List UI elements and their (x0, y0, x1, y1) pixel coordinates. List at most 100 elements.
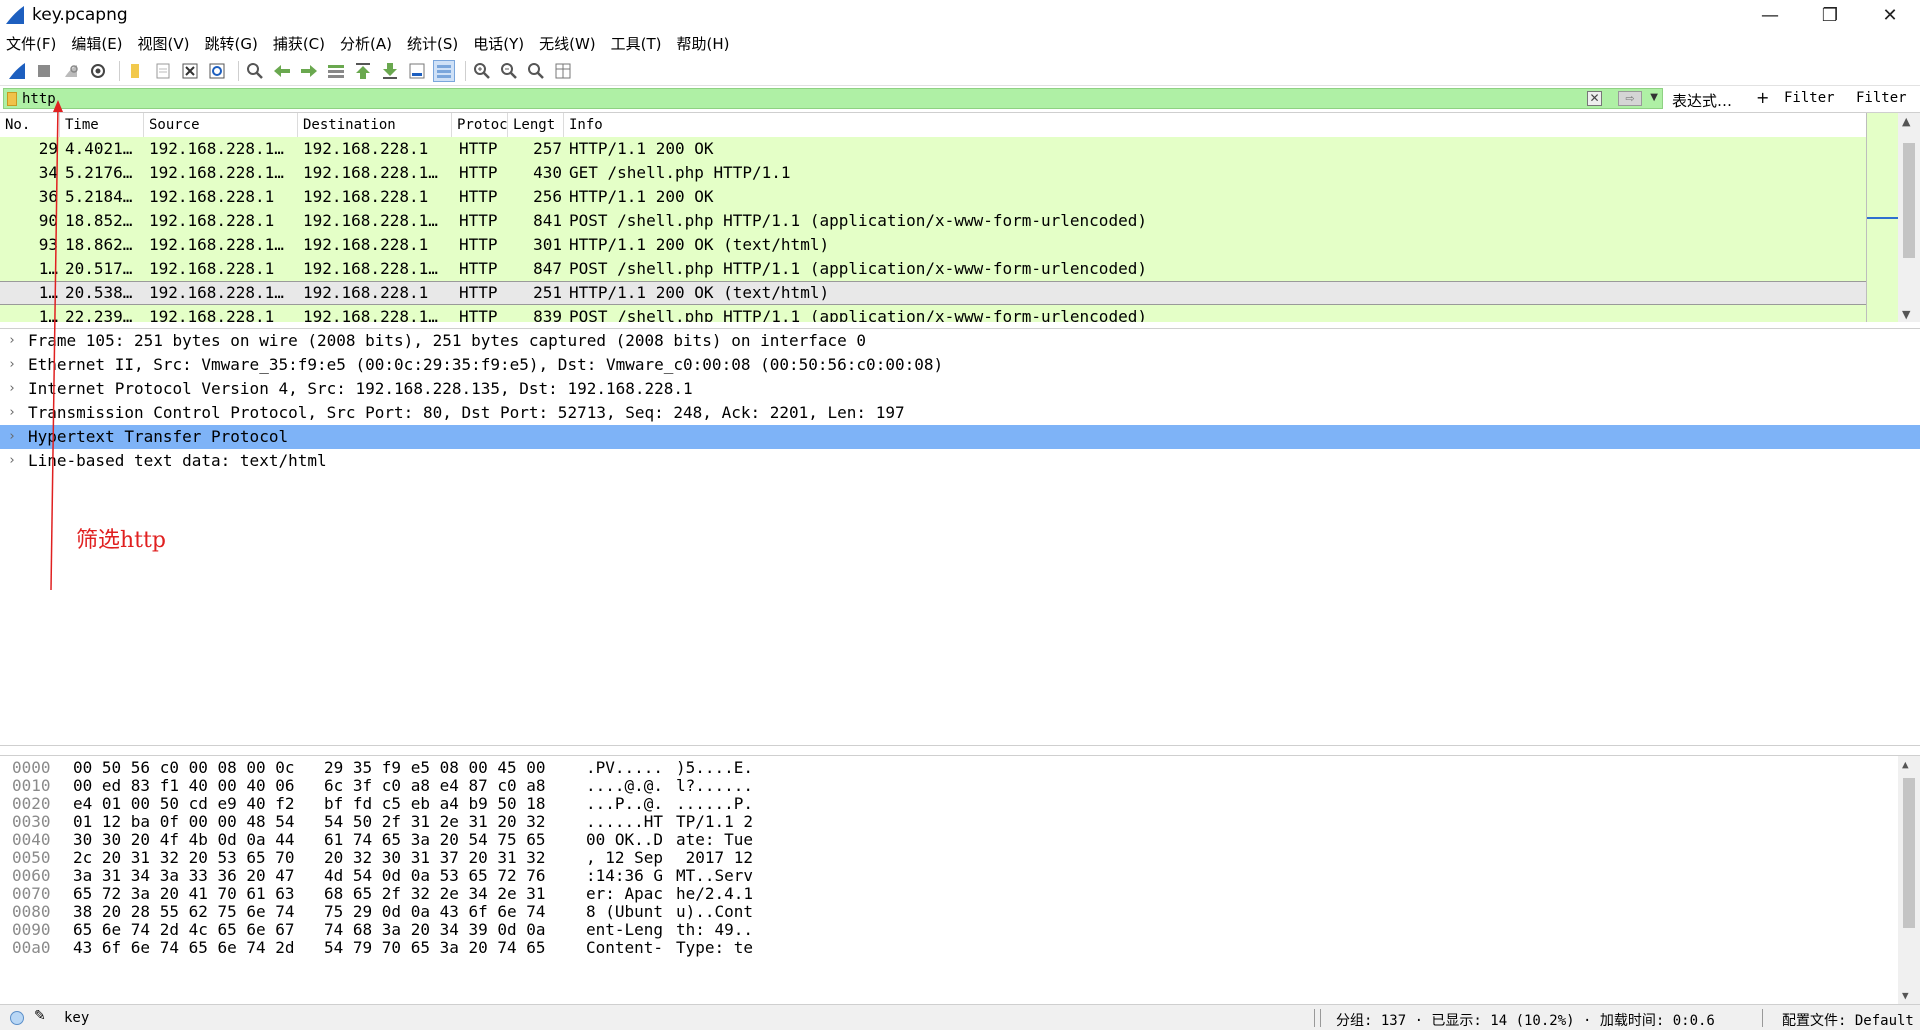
hex-offset[interactable]: 00a0 (12, 937, 51, 959)
packet-row[interactable]: 1… 20.517… 192.168.228.1 192.168.228.1… HTTP… (0, 257, 1866, 281)
menu-wireless[interactable]: 无线(W) (539, 33, 596, 54)
go-first-icon[interactable] (352, 60, 374, 82)
packet-destination: 192.168.228.1 (303, 235, 429, 254)
expression-button[interactable]: 表达式… (1672, 90, 1732, 111)
column-header-length[interactable]: Lengt (508, 113, 564, 137)
packet-row[interactable]: 1… 20.538… 192.168.228.1… 192.168.228.1 HTTP… (0, 281, 1866, 305)
display-filter-value[interactable]: http (22, 91, 56, 107)
detail-tree-row[interactable]: › Line-based text data: text/html (0, 449, 1920, 473)
packet-protocol: HTTP (459, 259, 498, 278)
column-header-no[interactable]: No. (0, 113, 60, 137)
go-forward-icon[interactable] (298, 60, 320, 82)
clear-filter-icon[interactable]: ✕ (1587, 91, 1602, 106)
detail-tree-row[interactable]: › Internet Protocol Version 4, Src: 192.1… (0, 377, 1920, 401)
expand-chevron-icon[interactable]: › (8, 449, 16, 473)
resize-columns-icon[interactable] (552, 60, 574, 82)
display-filter-input[interactable]: http ✕ ⇨ ▼ (3, 88, 1663, 109)
minimize-button[interactable]: — (1740, 0, 1800, 30)
restart-capture-icon[interactable] (60, 60, 82, 82)
hex-bytes[interactable]: 43 6f 6e 74 65 6e 74 2d (73, 937, 295, 959)
close-button[interactable]: ✕ (1860, 0, 1920, 30)
column-header-destination[interactable]: Destination (298, 113, 452, 137)
shark-fin-start-icon[interactable] (6, 60, 28, 82)
expand-chevron-icon[interactable]: › (8, 425, 16, 449)
expand-chevron-icon[interactable]: › (8, 401, 16, 425)
packet-destination: 192.168.228.1… (303, 163, 438, 182)
reload-file-icon[interactable] (206, 60, 228, 82)
packet-row[interactable]: 36 5.2184… 192.168.228.1 192.168.228.1 HTTP 2… (0, 185, 1866, 209)
go-back-icon[interactable] (271, 60, 293, 82)
auto-scroll-icon[interactable] (406, 60, 428, 82)
restore-button[interactable]: ❐ (1800, 0, 1860, 30)
filter-bookmark-icon[interactable] (7, 91, 17, 106)
packet-bytes-scrollbar[interactable]: ▲ ▼ (1898, 756, 1920, 1004)
zoom-normal-icon[interactable] (525, 60, 547, 82)
menu-view[interactable]: 视图(V) (138, 33, 190, 54)
go-to-packet-icon[interactable] (325, 60, 347, 82)
packet-row[interactable]: 90 18.852… 192.168.228.1 192.168.228.1… HTTP… (0, 209, 1866, 233)
scroll-down-icon[interactable]: ▼ (1902, 308, 1910, 321)
capture-options-icon[interactable] (87, 60, 109, 82)
packet-no: 90 (38, 211, 58, 230)
ascii-bytes[interactable]: Type: te (676, 937, 753, 959)
close-file-icon[interactable] (179, 60, 201, 82)
menu-capture[interactable]: 捕获(C) (273, 33, 325, 54)
packet-protocol: HTTP (459, 235, 498, 254)
detail-tree-label: Hypertext Transfer Protocol (28, 427, 289, 446)
expand-chevron-icon[interactable]: › (8, 377, 16, 401)
stop-capture-icon[interactable] (33, 60, 55, 82)
scroll-down-icon[interactable]: ▼ (1902, 989, 1909, 1002)
packet-row[interactable]: 29 4.4021… 192.168.228.1… 192.168.228.1 HTTP… (0, 137, 1866, 161)
ascii-bytes[interactable]: Content- (586, 937, 663, 959)
zoom-out-icon[interactable] (498, 60, 520, 82)
hex-bytes[interactable]: 54 79 70 65 3a 20 74 65 (324, 937, 546, 959)
menu-statistics[interactable]: 统计(S) (407, 33, 458, 54)
add-filter-button[interactable]: + (1756, 88, 1769, 107)
packet-row[interactable]: 93 18.862… 192.168.228.1… 192.168.228.1 HTTP… (0, 233, 1866, 257)
detail-tree-row[interactable]: › Frame 105: 251 bytes on wire (2008 bits… (0, 329, 1920, 353)
apply-filter-icon[interactable]: ⇨ (1618, 91, 1642, 106)
filter-button-1[interactable]: Filter (1784, 90, 1835, 106)
detail-tree-row[interactable]: › Ethernet II, Src: Vmware_35:f9:e5 (00:0… (0, 353, 1920, 377)
packet-row[interactable]: 34 5.2176… 192.168.228.1… 192.168.228.1… HTT… (0, 161, 1866, 185)
go-last-icon[interactable] (379, 60, 401, 82)
packet-list-scrollbar[interactable]: ▲ ▼ (1898, 113, 1920, 322)
column-header-time[interactable]: Time (60, 113, 144, 137)
packet-info: GET /shell.php HTTP/1.1 (569, 163, 791, 182)
expand-chevron-icon[interactable]: › (8, 329, 16, 353)
column-header-source[interactable]: Source (144, 113, 298, 137)
save-file-icon[interactable] (152, 60, 174, 82)
menu-analyze[interactable]: 分析(A) (340, 33, 392, 54)
packet-no: 29 (38, 139, 58, 158)
menu-go[interactable]: 跳转(G) (205, 33, 258, 54)
filter-history-dropdown-icon[interactable]: ▼ (1650, 92, 1658, 103)
scrollbar-thumb[interactable] (1903, 143, 1915, 258)
status-profile[interactable]: 配置文件: Default (1782, 1010, 1914, 1030)
menu-help[interactable]: 帮助(H) (677, 33, 730, 54)
packet-details-tree: › Frame 105: 251 bytes on wire (2008 bits… (0, 329, 1920, 473)
capture-comment-icon[interactable]: ✎ (34, 1008, 46, 1024)
scroll-up-icon[interactable]: ▲ (1902, 115, 1910, 128)
detail-tree-row[interactable]: › Hypertext Transfer Protocol (0, 425, 1920, 449)
packet-time: 20.538… (65, 283, 133, 302)
detail-tree-row[interactable]: › Transmission Control Protocol, Src Port… (0, 401, 1920, 425)
menu-tools[interactable]: 工具(T) (611, 33, 662, 54)
expert-info-icon[interactable] (10, 1011, 24, 1025)
filter-button-2[interactable]: Filter (1856, 90, 1907, 106)
packet-destination: 192.168.228.1… (303, 211, 438, 230)
find-packet-icon[interactable] (244, 60, 266, 82)
detail-tree-label: Line-based text data: text/html (28, 451, 327, 470)
packet-row[interactable]: 1… 22.239… 192.168.228.1 192.168.228.1… HTTP… (0, 305, 1866, 322)
scroll-up-icon[interactable]: ▲ (1902, 758, 1909, 771)
colorize-icon[interactable] (433, 59, 455, 82)
menu-edit[interactable]: 编辑(E) (71, 33, 122, 54)
packet-list-minimap[interactable] (1866, 113, 1899, 322)
column-header-protocol[interactable]: Protoc (452, 113, 508, 137)
open-file-icon[interactable] (125, 60, 147, 82)
menu-file[interactable]: 文件(F) (6, 33, 56, 54)
menu-telephony[interactable]: 电话(Y) (473, 33, 524, 54)
scrollbar-thumb[interactable] (1903, 778, 1915, 928)
column-header-info[interactable]: Info (564, 113, 1866, 137)
zoom-in-icon[interactable] (471, 60, 493, 82)
expand-chevron-icon[interactable]: › (8, 353, 16, 377)
